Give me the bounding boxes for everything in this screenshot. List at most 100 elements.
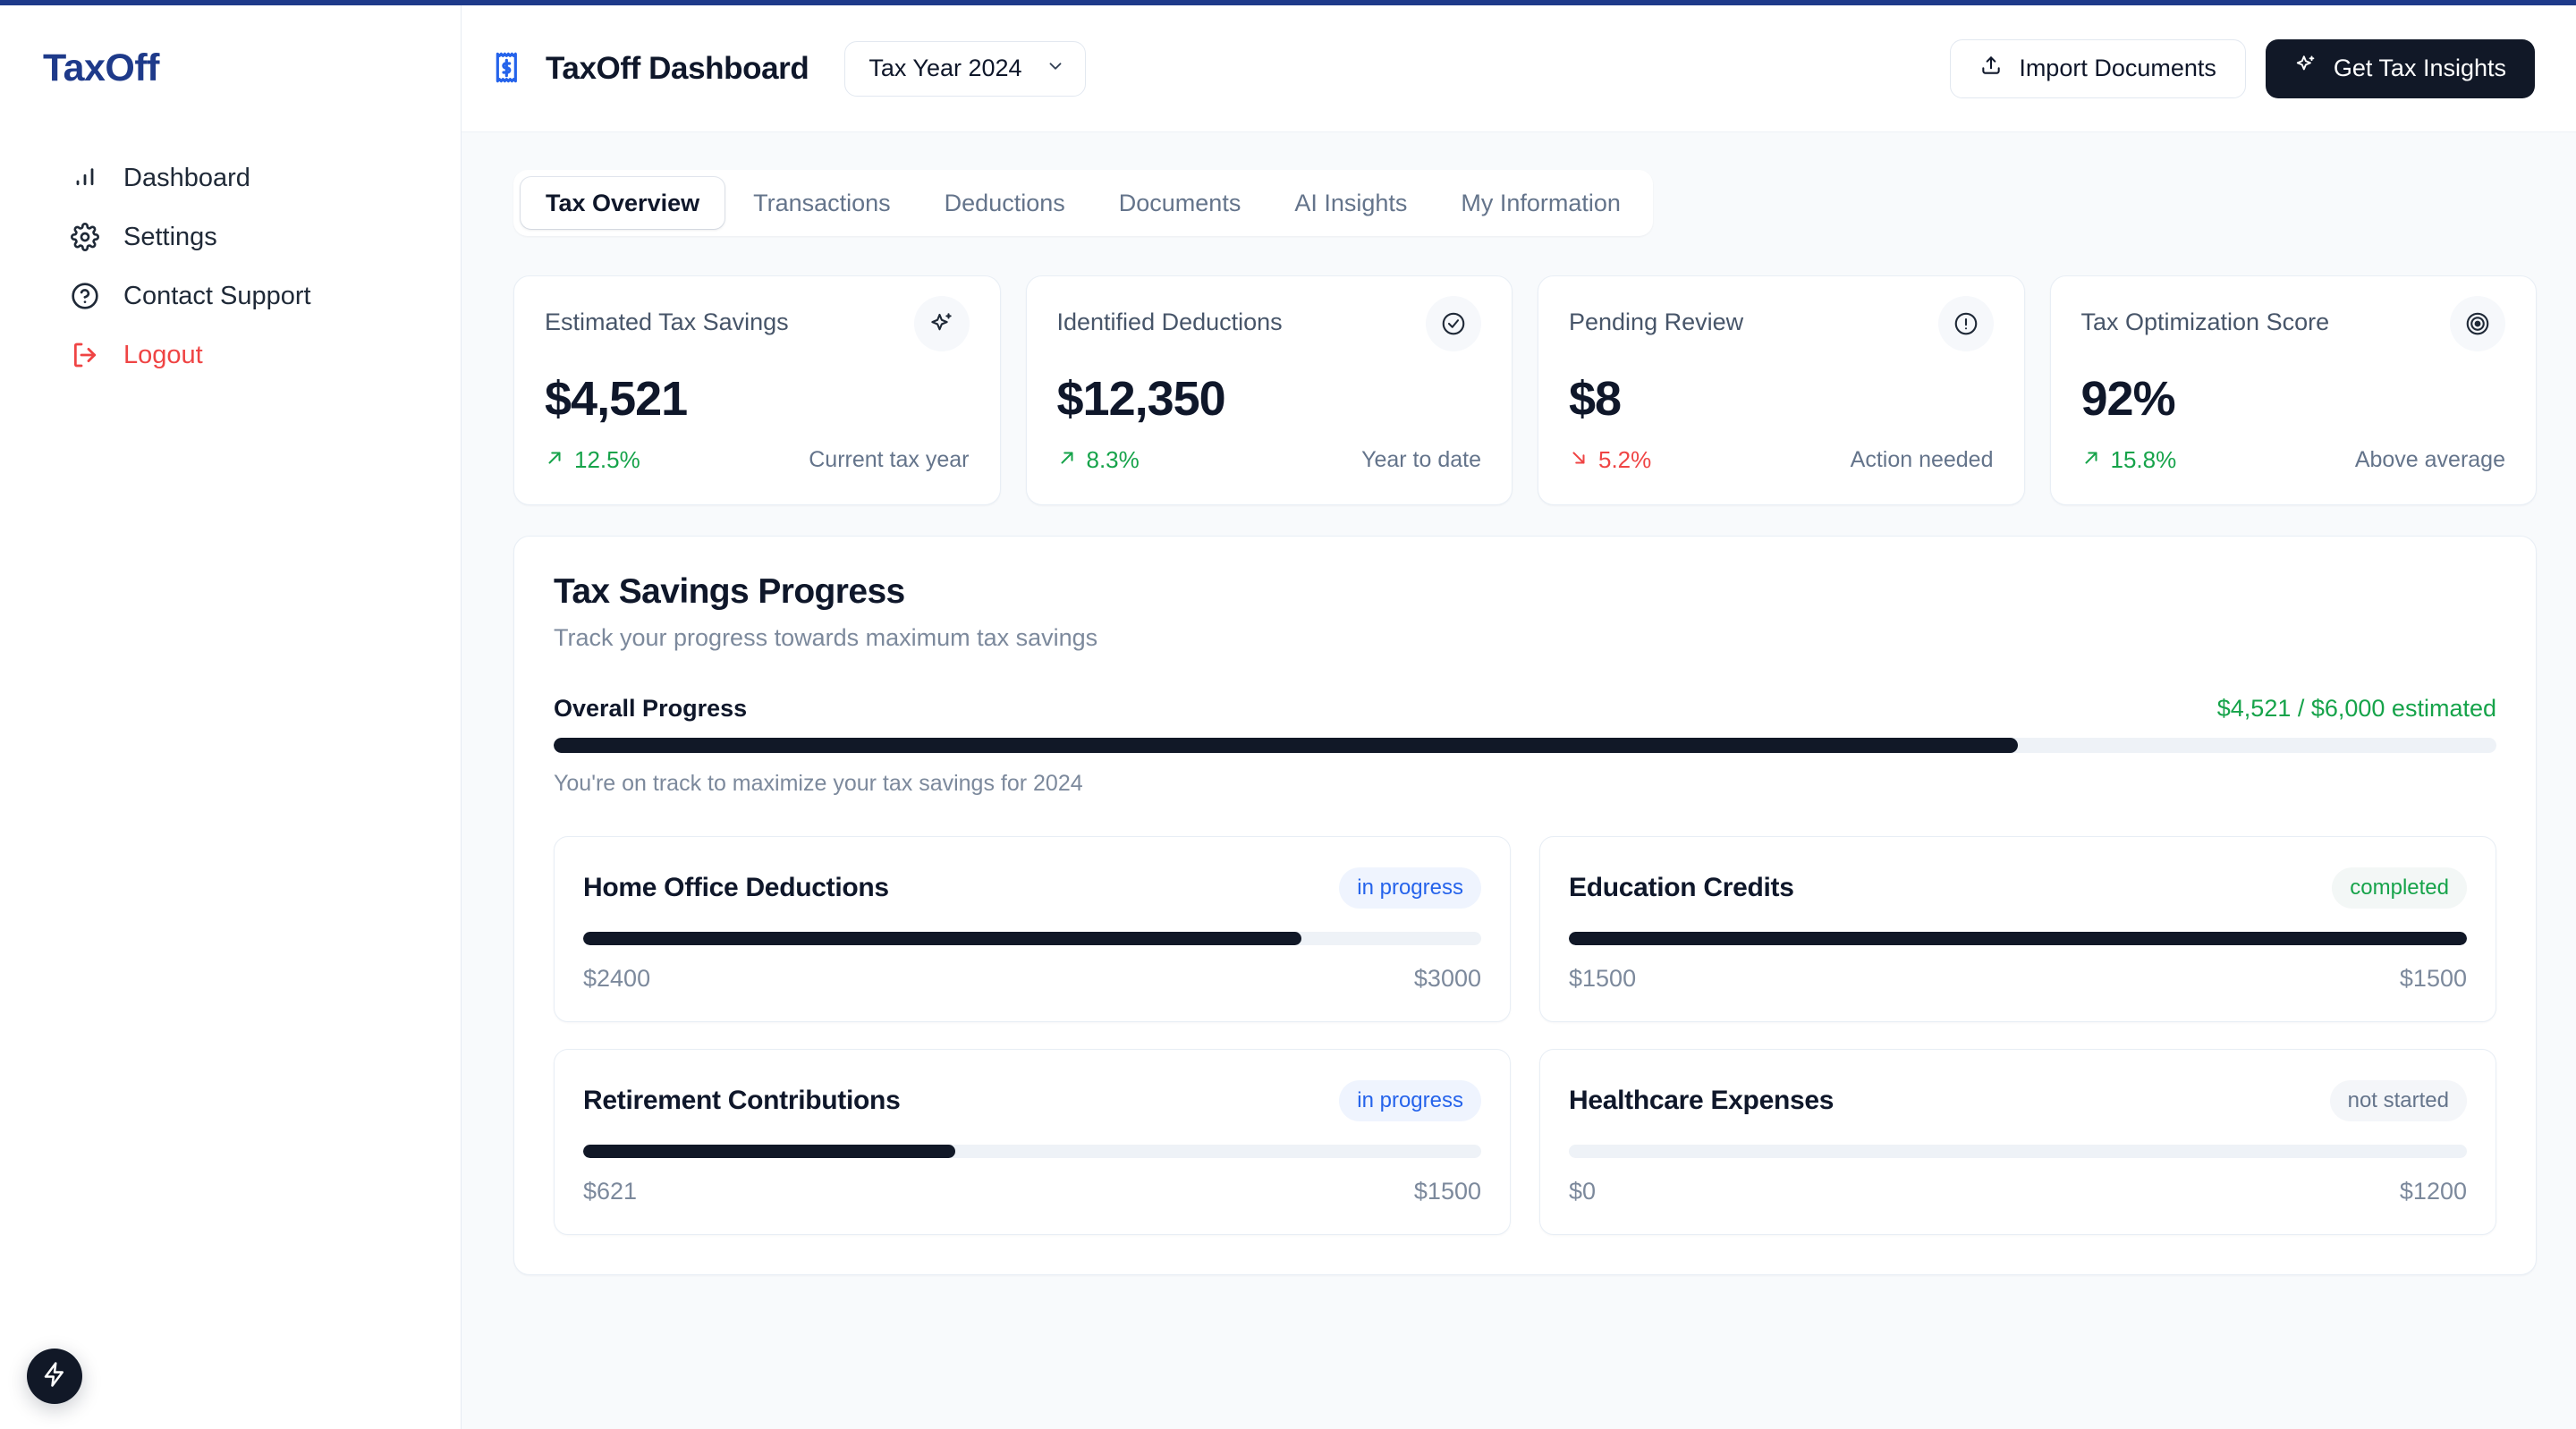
import-documents-button[interactable]: Import Documents [1950,38,2246,98]
kpi-header: Identified Deductions [1056,296,1481,351]
lightning-bolt-icon [41,1361,68,1392]
sidebar-nav: Dashboard Settings Contact Support Logou… [0,148,461,385]
deduction-name: Healthcare Expenses [1569,1086,1835,1115]
sidebar-item-logout[interactable]: Logout [0,326,461,385]
tab-bar: Tax Overview Transactions Deductions Doc… [513,170,1653,236]
sidebar-item-label: Contact Support [123,281,311,310]
quick-action-fab[interactable] [27,1349,82,1404]
get-tax-insights-label: Get Tax Insights [2333,55,2506,81]
kpi-footer: 12.5% Current tax year [545,446,970,474]
tab-ai-insights[interactable]: AI Insights [1269,177,1432,229]
deduction-progress-fill [583,932,1302,945]
chevron-down-icon [1046,56,1065,80]
kpi-card-identified-deductions: Identified Deductions $12,350 8.3% Year … [1025,275,1513,505]
tax-year-value: Tax Year 2024 [869,55,1022,81]
kpi-value: $12,350 [1056,372,1226,426]
deduction-progress-bar [1569,932,2467,945]
import-documents-label: Import Documents [2019,55,2216,81]
sidebar-item-contact-support[interactable]: Contact Support [0,266,461,326]
bar-chart-icon [70,163,100,193]
kpi-delta: 5.2% [1569,446,1651,474]
alert-circle-icon [1937,296,1994,351]
tab-documents[interactable]: Documents [1094,177,1267,229]
app-shell: TaxOff Dashboard Settings Contact Suppor… [0,5,2576,1429]
tab-label: Documents [1118,189,1241,216]
deduction-name: Home Office Deductions [583,873,889,902]
kpi-delta-value: 12.5% [574,446,640,473]
deduction-target-amount: $3000 [1413,965,1481,992]
tab-transactions[interactable]: Transactions [728,177,916,229]
overall-progress-label: Overall Progress [554,695,748,722]
status-badge: in progress [1339,1080,1481,1121]
tab-label: Transactions [753,189,891,216]
deduction-card-header: Retirement Contributions in progress [583,1080,1481,1121]
upload-icon [1979,54,2003,83]
kpi-card-row: Estimated Tax Savings $4,521 12.5% Curre… [513,275,2537,505]
tab-deductions[interactable]: Deductions [919,177,1090,229]
page-title: TaxOff Dashboard [546,50,809,86]
sidebar-item-dashboard[interactable]: Dashboard [0,148,461,207]
overall-progress-note: You're on track to maximize your tax sav… [554,771,1083,796]
kpi-delta: 15.8% [2081,446,2176,474]
kpi-delta-value: 8.3% [1086,446,1140,473]
tab-label: My Information [1461,189,1621,216]
sidebar: TaxOff Dashboard Settings Contact Suppor… [0,5,461,1429]
deduction-current-amount: $2400 [583,965,651,992]
kpi-note: Action needed [1850,447,1994,472]
kpi-value: $8 [1569,372,1622,426]
deduction-name: Retirement Contributions [583,1086,901,1115]
kpi-card-estimated-tax-savings: Estimated Tax Savings $4,521 12.5% Curre… [513,275,1001,505]
deduction-progress-bar [583,1145,1481,1158]
get-tax-insights-button[interactable]: Get Tax Insights [2265,38,2535,98]
kpi-header: Estimated Tax Savings [545,296,970,351]
deduction-card-header: Education Credits completed [1569,867,2467,909]
deduction-target-amount: $1200 [2399,1178,2467,1205]
kpi-footer: 8.3% Year to date [1057,446,1481,474]
deduction-progress-fill [1569,932,2467,945]
deduction-current-amount: $1500 [1569,965,1637,992]
deduction-progress-bar [1569,1145,2467,1158]
content-area: Tax Overview Transactions Deductions Doc… [462,132,2576,1275]
kpi-card-tax-optimization-score: Tax Optimization Score 92% 15.8% Above a… [2049,275,2537,505]
deduction-amounts: $2400 $3000 [583,965,1481,993]
deduction-card-education-credits: Education Credits completed $1500 $1500 [1539,836,2496,1022]
deduction-card-header: Healthcare Expenses not started [1569,1080,2467,1121]
deduction-target-amount: $1500 [2399,965,2467,992]
kpi-delta-value: 5.2% [1598,446,1652,473]
deduction-target-amount: $1500 [1413,1178,1481,1205]
tab-my-information[interactable]: My Information [1436,177,1646,229]
kpi-footer: 15.8% Above average [2081,446,2505,474]
tax-savings-progress-panel: Tax Savings Progress Track your progress… [513,536,2537,1275]
tab-tax-overview[interactable]: Tax Overview [521,177,725,229]
kpi-card-pending-review: Pending Review $8 5.2% Action needed [1538,275,2025,505]
receipt-dollar-icon [490,51,526,87]
kpi-note: Year to date [1361,447,1481,472]
kpi-title: Tax Optimization Score [2080,309,2330,335]
kpi-title: Pending Review [1569,309,1744,335]
arrow-down-right-icon [1569,446,1589,474]
panel-subtitle: Track your progress towards maximum tax … [554,624,1098,651]
check-circle-icon [1426,296,1481,351]
arrow-up-right-icon [2081,446,2101,474]
deduction-amounts: $0 $1200 [1569,1178,2467,1205]
sidebar-item-label: Logout [123,340,203,369]
kpi-delta: 12.5% [545,446,640,474]
deduction-progress-fill [583,1145,955,1158]
deduction-amounts: $621 $1500 [583,1178,1481,1205]
tax-year-select[interactable]: Tax Year 2024 [844,40,1086,97]
sidebar-item-label: Dashboard [123,163,250,192]
help-circle-icon [70,281,100,311]
kpi-footer: 5.2% Action needed [1569,446,1994,474]
kpi-title: Estimated Tax Savings [545,309,789,335]
overall-progress-value: $4,521 / $6,000 estimated [2216,695,2496,722]
main-region: TaxOff Dashboard Tax Year 2024 Import Do… [461,5,2576,1429]
kpi-title: Identified Deductions [1056,309,1283,335]
kpi-header: Tax Optimization Score [2080,296,2505,351]
kpi-note: Above average [2354,447,2505,472]
sidebar-item-settings[interactable]: Settings [0,207,461,266]
status-badge: in progress [1339,867,1481,909]
arrow-up-right-icon [1057,446,1077,474]
deduction-card-home-office-deductions: Home Office Deductions in progress $2400… [554,836,1511,1022]
deduction-progress-bar [583,932,1481,945]
topbar: TaxOff Dashboard Tax Year 2024 Import Do… [462,5,2576,132]
